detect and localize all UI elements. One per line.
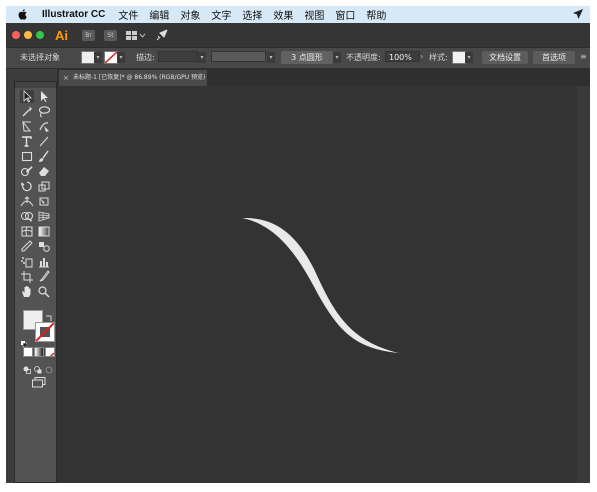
none-mode-button[interactable] <box>45 347 55 357</box>
canvas-artwork <box>242 217 399 353</box>
artboard-tool-icon[interactable] <box>20 270 34 283</box>
stroke-swatch[interactable] <box>104 51 118 64</box>
opacity-value: 100% <box>389 53 412 62</box>
menu-help[interactable]: 帮助 <box>366 7 386 22</box>
illustrator-window: Illustrator CC 文件 编辑 对象 文字 选择 效果 视图 窗口 帮… <box>6 6 590 483</box>
shaper-tool-icon[interactable] <box>20 165 34 178</box>
document-setup-label: 文档设置 <box>489 53 521 62</box>
menu-type[interactable]: 文字 <box>211 7 231 22</box>
document-tab-title: 未标题-1 [已恢复]* @ 86.89% (RGB/GPU 预览) <box>73 74 206 81</box>
stroke-dropdown[interactable]: ▾ <box>117 52 125 63</box>
menu-select[interactable]: 选择 <box>242 7 262 22</box>
menu-effect[interactable]: 效果 <box>273 7 293 22</box>
curvature-tool-icon[interactable] <box>37 120 51 133</box>
document-setup-button[interactable]: 文档设置 <box>482 51 528 64</box>
eyedropper-tool-icon[interactable] <box>20 240 34 253</box>
tools-panel-grip[interactable] <box>15 82 56 88</box>
gpu-performance-icon[interactable] <box>156 29 168 41</box>
opacity-field[interactable]: 100% <box>385 51 420 62</box>
vertical-scrollbar[interactable] <box>577 86 590 483</box>
line-segment-tool-icon[interactable] <box>37 135 51 148</box>
paintbrush-tool-icon[interactable] <box>37 150 51 163</box>
menu-edit[interactable]: 编辑 <box>149 7 169 22</box>
stroke-weight-label: 描边: <box>136 53 155 62</box>
tools-panel <box>14 81 57 483</box>
selection-status: 未选择对象 <box>20 53 60 62</box>
variable-width-profile[interactable] <box>211 51 266 62</box>
default-colors-icon[interactable] <box>21 334 28 348</box>
slice-tool-icon[interactable] <box>37 270 51 283</box>
column-graph-tool-icon[interactable] <box>37 255 51 268</box>
document-tab[interactable]: × 未标题-1 [已恢复]* @ 86.89% (RGB/GPU 预览) <box>59 70 207 86</box>
brush-definition-label: 3 点圆形 <box>291 53 323 62</box>
symbol-sprayer-tool-icon[interactable] <box>20 255 34 268</box>
stroke-color-box[interactable] <box>35 322 55 342</box>
color-mode-button[interactable] <box>23 347 33 357</box>
width-tool-icon[interactable] <box>20 195 34 208</box>
hand-tool-icon[interactable] <box>20 285 34 298</box>
arrange-documents-icon[interactable] <box>126 30 146 41</box>
selection-tool-icon[interactable] <box>20 90 34 103</box>
menu-bar: Illustrator CC 文件 编辑 对象 文字 选择 效果 视图 窗口 帮… <box>6 6 590 23</box>
zoom-tool-icon[interactable] <box>37 285 51 298</box>
gradient-mode-button[interactable] <box>34 347 44 357</box>
graphic-style-dropdown[interactable]: ▾ <box>465 52 473 63</box>
profile-dropdown[interactable]: ▾ <box>267 52 275 63</box>
free-transform-tool-icon[interactable] <box>37 195 51 208</box>
scale-tool-icon[interactable] <box>37 180 51 193</box>
close-window-button[interactable] <box>12 31 20 39</box>
control-bar: 未选择对象 ▾ ▾ 描边: ▾ ▾ 3 点圆形 ▾ 不透明度: 100% › 样… <box>6 47 590 69</box>
zoom-window-button[interactable] <box>36 31 44 39</box>
app-title-bar: Ai Br St <box>6 23 590 47</box>
lasso-tool-icon[interactable] <box>37 105 51 118</box>
apple-icon[interactable] <box>18 9 28 20</box>
draw-inside-icon[interactable] <box>45 361 53 374</box>
stroke-weight-field[interactable] <box>158 51 198 62</box>
minimize-window-button[interactable] <box>24 31 32 39</box>
ai-logo: Ai <box>55 27 68 43</box>
send-icon[interactable] <box>572 8 584 20</box>
brush-dropdown[interactable]: ▾ <box>333 52 341 63</box>
draw-behind-icon[interactable] <box>34 361 42 374</box>
menu-view[interactable]: 视图 <box>304 7 324 22</box>
brush-definition[interactable]: 3 点圆形 <box>281 51 333 64</box>
s-curve-shape[interactable] <box>242 217 399 353</box>
direct-selection-tool-icon[interactable] <box>37 90 51 103</box>
rotate-tool-icon[interactable] <box>20 180 34 193</box>
shape-builder-tool-icon[interactable] <box>20 210 34 223</box>
artboard-canvas[interactable] <box>57 86 577 483</box>
stroke-weight-dropdown[interactable]: ▾ <box>198 52 206 63</box>
pen-tool-icon[interactable] <box>20 120 34 133</box>
gradient-tool-icon[interactable] <box>37 225 51 238</box>
eraser-tool-icon[interactable] <box>37 165 51 178</box>
swap-fill-stroke-icon[interactable] <box>45 309 53 321</box>
preferences-label: 首选项 <box>542 53 566 62</box>
style-label: 样式: <box>429 53 448 62</box>
magic-wand-tool-icon[interactable] <box>20 105 34 118</box>
menu-window[interactable]: 窗口 <box>335 7 355 22</box>
opacity-arrow[interactable]: › <box>420 52 423 61</box>
bridge-icon[interactable]: Br <box>82 29 95 41</box>
fill-swatch[interactable] <box>81 51 95 64</box>
perspective-grid-tool-icon[interactable] <box>37 210 51 223</box>
stock-icon[interactable]: St <box>104 29 117 41</box>
screen-mode-icon[interactable] <box>32 375 46 388</box>
fill-dropdown[interactable]: ▾ <box>94 52 102 63</box>
draw-normal-icon[interactable] <box>23 361 31 374</box>
opacity-label[interactable]: 不透明度: <box>346 52 381 63</box>
preferences-button[interactable]: 首选项 <box>533 51 575 64</box>
rectangle-tool-icon[interactable] <box>20 150 34 163</box>
graphic-style-swatch[interactable] <box>452 51 466 64</box>
menu-object[interactable]: 对象 <box>180 7 200 22</box>
blend-tool-icon[interactable] <box>37 240 51 253</box>
control-bar-menu-icon[interactable]: ≡ <box>580 52 587 61</box>
document-tab-bar: × 未标题-1 [已恢复]* @ 86.89% (RGB/GPU 预览) <box>57 68 590 86</box>
close-tab-icon[interactable]: × <box>63 70 69 86</box>
menu-file[interactable]: 文件 <box>118 7 138 22</box>
mesh-tool-icon[interactable] <box>20 225 34 238</box>
type-tool-icon[interactable] <box>20 135 34 148</box>
menu-app-name[interactable]: Illustrator CC <box>42 9 105 20</box>
